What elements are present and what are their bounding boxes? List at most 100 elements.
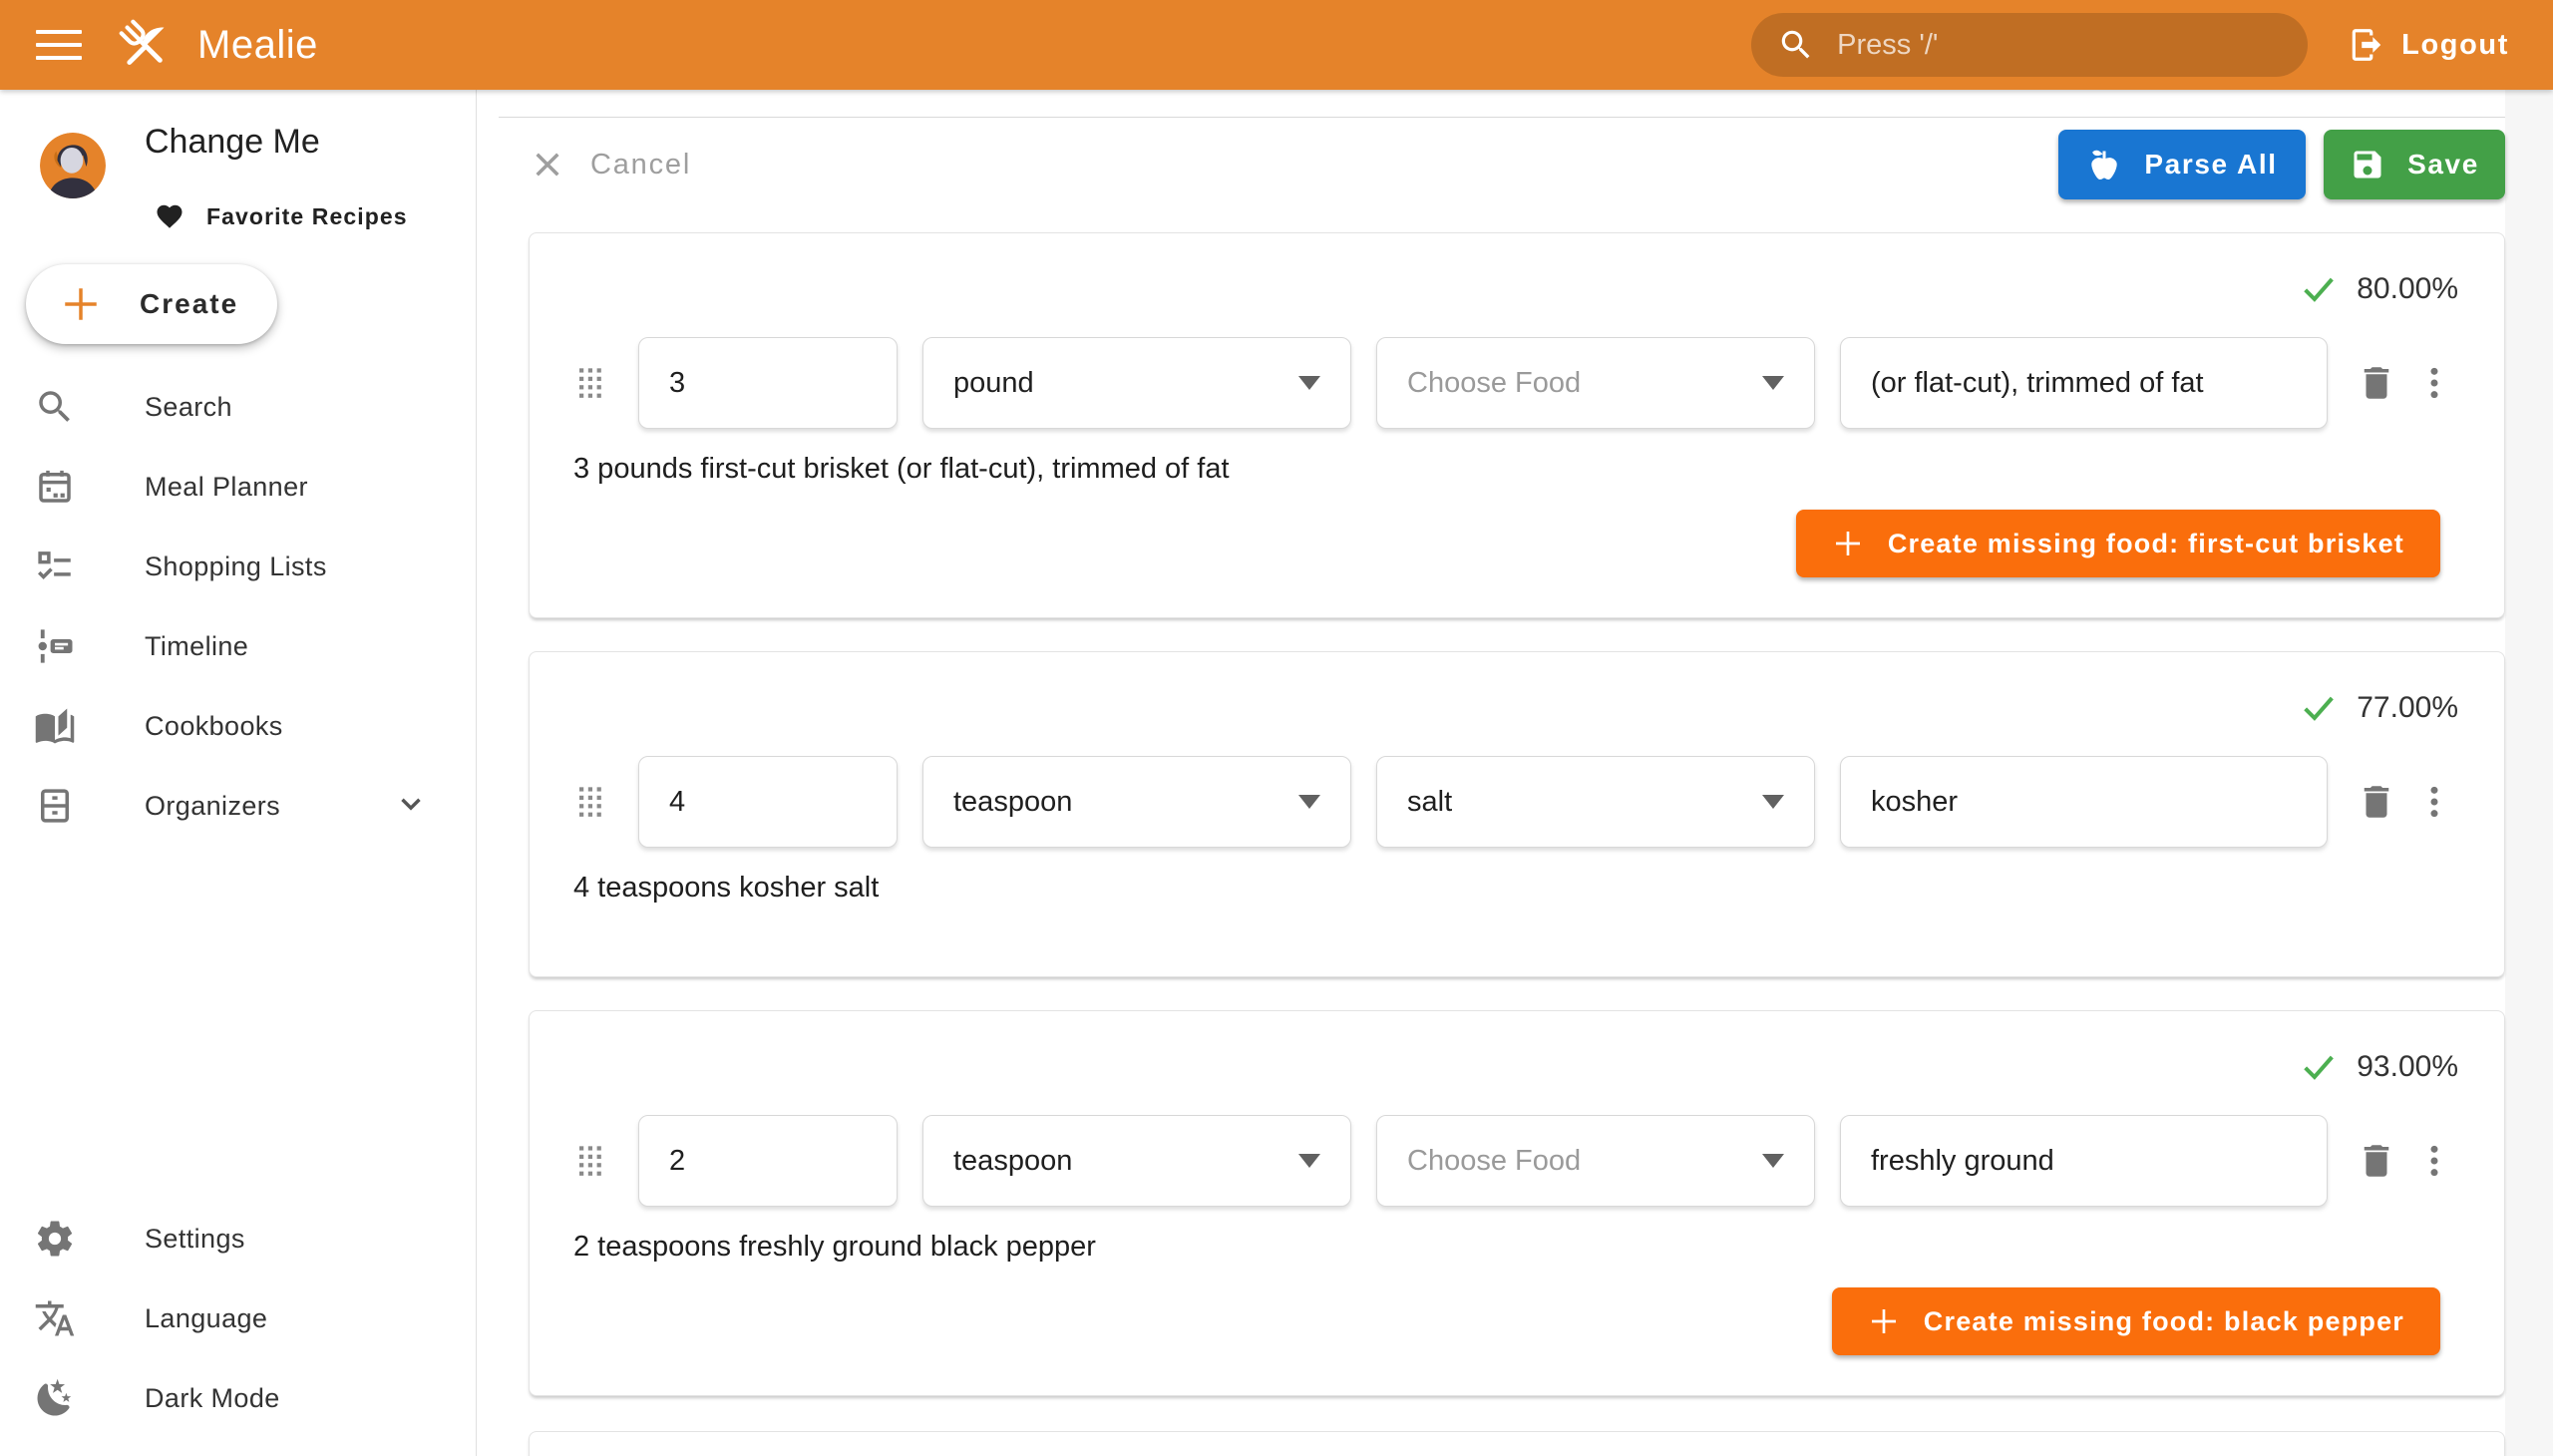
caret-down-icon (1762, 795, 1784, 809)
sidebar-item-meal-planner[interactable]: Meal Planner (0, 447, 476, 527)
confidence-value: 80.00% (2357, 272, 2458, 306)
magnify-icon (33, 385, 77, 429)
timeline-icon (33, 624, 77, 668)
sidebar-item-organizers[interactable]: Organizers (0, 766, 476, 846)
sidebar-item-cookbooks[interactable]: Cookbooks (0, 686, 476, 766)
food-select[interactable]: Choose Food (1376, 1115, 1815, 1207)
book-open-icon (33, 704, 77, 748)
drag-handle-icon[interactable] (573, 778, 613, 826)
mealie-logo-icon (116, 16, 174, 74)
confidence-value: 93.00% (2357, 1050, 2458, 1084)
quantity-input[interactable]: 2 (638, 1115, 898, 1207)
chevron-down-icon[interactable] (394, 787, 428, 826)
check-icon (2299, 688, 2339, 728)
cancel-label: Cancel (590, 149, 691, 182)
plus-icon (1832, 528, 1864, 559)
sidebar-item-timeline[interactable]: Timeline (0, 606, 476, 686)
original-ingredient-text: 4 teaspoons kosher salt (573, 872, 2458, 905)
translate-icon (33, 1296, 77, 1340)
moon-stars-icon (33, 1376, 77, 1420)
ingredient-fields-row: 2 teaspoon Choose Food freshly ground (573, 1115, 2458, 1207)
sidebar-item-label: Meal Planner (145, 472, 308, 503)
caret-down-icon (1298, 1154, 1320, 1168)
confidence-row: 80.00% (573, 269, 2458, 309)
delete-icon[interactable] (2353, 778, 2400, 826)
check-icon (2299, 1047, 2339, 1087)
unit-select[interactable]: teaspoon (922, 1115, 1351, 1207)
create-missing-food-button[interactable]: Create missing food: black pepper (1832, 1287, 2440, 1355)
sidebar-item-label: Cookbooks (145, 711, 283, 742)
sidebar-item-dark-mode[interactable]: Dark Mode (0, 1358, 476, 1438)
caret-down-icon (1298, 376, 1320, 390)
original-ingredient-text: 2 teaspoons freshly ground black pepper (573, 1231, 2458, 1264)
plus-icon (60, 283, 102, 325)
confidence-value: 77.00% (2357, 691, 2458, 725)
ingredient-card: 93.00% 2 teaspoon Choose Food freshly gr… (529, 1010, 2505, 1396)
ingredient-card-partial (529, 1431, 2505, 1456)
sidebar-item-label: Dark Mode (145, 1383, 280, 1414)
quantity-input[interactable]: 4 (638, 756, 898, 848)
gear-icon (33, 1217, 77, 1261)
create-button[interactable]: Create (26, 264, 277, 344)
favorite-recipes-link[interactable]: Favorite Recipes (155, 201, 408, 231)
check-icon (2299, 269, 2339, 309)
unit-select[interactable]: pound (922, 337, 1351, 429)
parse-all-button[interactable]: Parse All (2058, 130, 2306, 199)
editor-toolbar: Cancel Parse All Save (529, 130, 2505, 199)
create-missing-food-button[interactable]: Create missing food: first-cut brisket (1796, 510, 2440, 577)
ingredient-fields-row: 4 teaspoon salt kosher (573, 756, 2458, 848)
kebab-menu-icon[interactable] (2410, 1137, 2458, 1185)
note-input[interactable]: freshly ground (1840, 1115, 2328, 1207)
user-name: Change Me (145, 123, 320, 162)
note-input[interactable]: kosher (1840, 756, 2328, 848)
caret-down-icon (1762, 376, 1784, 390)
quantity-input[interactable]: 3 (638, 337, 898, 429)
create-label: Create (140, 288, 238, 320)
sidebar: Change Me Favorite Recipes Create Search (0, 90, 477, 1456)
sidebar-item-shopping-lists[interactable]: Shopping Lists (0, 527, 476, 606)
sidebar-item-label: Settings (145, 1224, 245, 1255)
checklist-icon (33, 545, 77, 588)
search-input[interactable] (1835, 28, 2282, 63)
drag-handle-icon[interactable] (573, 359, 613, 407)
sidebar-item-label: Timeline (145, 631, 248, 662)
caret-down-icon (1762, 1154, 1784, 1168)
sidebar-item-label: Search (145, 392, 232, 423)
confidence-row: 77.00% (573, 688, 2458, 728)
sidebar-item-language[interactable]: Language (0, 1278, 476, 1358)
app-title: Mealie (197, 23, 318, 68)
parse-all-label: Parse All (2144, 149, 2277, 181)
ingredient-fields-row: 3 pound Choose Food (or flat-cut), trimm… (573, 337, 2458, 429)
unit-select[interactable]: teaspoon (922, 756, 1351, 848)
kebab-menu-icon[interactable] (2410, 359, 2458, 407)
delete-icon[interactable] (2353, 359, 2400, 407)
sidebar-item-label: Organizers (145, 791, 280, 822)
scroll-gutter[interactable] (2505, 90, 2553, 1456)
cancel-button[interactable]: Cancel (529, 146, 691, 183)
cabinet-icon (33, 784, 77, 828)
drag-handle-icon[interactable] (573, 1137, 613, 1185)
app-bar: Mealie Logout (0, 0, 2553, 90)
favorites-label: Favorite Recipes (206, 203, 408, 230)
original-ingredient-text: 3 pounds first-cut brisket (or flat-cut)… (573, 453, 2458, 486)
delete-icon[interactable] (2353, 1137, 2400, 1185)
note-input[interactable]: (or flat-cut), trimmed of fat (1840, 337, 2328, 429)
food-select[interactable]: salt (1376, 756, 1815, 848)
avatar[interactable] (40, 133, 106, 198)
sidebar-item-settings[interactable]: Settings (0, 1199, 476, 1278)
save-icon (2350, 147, 2385, 182)
kebab-menu-icon[interactable] (2410, 778, 2458, 826)
logout-icon (2348, 26, 2385, 64)
food-select[interactable]: Choose Food (1376, 337, 1815, 429)
confidence-row: 93.00% (573, 1047, 2458, 1087)
menu-icon[interactable] (36, 22, 82, 68)
caret-down-icon (1298, 795, 1320, 809)
heart-icon (155, 201, 184, 231)
sidebar-item-label: Language (145, 1303, 267, 1334)
save-button[interactable]: Save (2324, 130, 2505, 199)
logout-label: Logout (2401, 29, 2509, 62)
logout-button[interactable]: Logout (2348, 26, 2509, 64)
sidebar-item-search[interactable]: Search (0, 367, 476, 447)
global-search[interactable] (1751, 13, 2308, 77)
plus-icon (1868, 1305, 1900, 1337)
